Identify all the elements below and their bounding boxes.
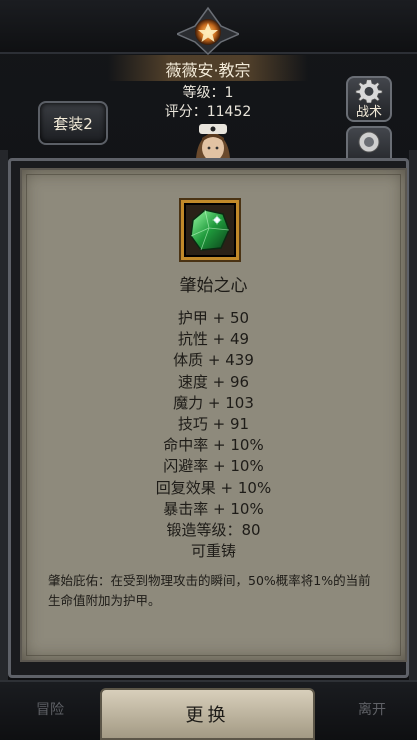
character-name: 薇薇安·教宗 <box>165 61 251 80</box>
tactics-button[interactable]: 战术 <box>346 76 392 122</box>
green-gem-icon <box>190 209 230 251</box>
stat-line: 回复效果 + 10% <box>155 478 272 497</box>
stat-line: 锻造等级：80 <box>166 520 261 539</box>
right-frame <box>409 150 417 690</box>
character-level: 等级：1 <box>182 85 234 101</box>
stat-line: 闪避率 + 10% <box>163 457 264 476</box>
gear-icon <box>355 79 383 103</box>
stat-line: 体质 + 439 <box>173 351 254 370</box>
game-screen: 薇薇安·教宗 等级：1 评分：11452 套装2 战术 肇始之心 护甲 + 50… <box>0 0 417 740</box>
item-description: 肇始庇佑：在受到物理攻击的瞬间，50%概率将1%的当前生命值附加为护甲。 <box>48 573 371 608</box>
left-frame <box>0 150 8 690</box>
shield-icon <box>358 131 380 153</box>
stat-line: 命中率 + 10% <box>163 436 264 455</box>
item-name: 肇始之心 <box>179 276 248 296</box>
leave-button[interactable]: 离开 <box>358 699 386 719</box>
tactics-label: 战术 <box>355 105 382 120</box>
emblem-icon <box>177 6 239 56</box>
stat-line: 技巧 + 91 <box>177 414 250 433</box>
stat-line: 抗性 + 49 <box>177 330 250 349</box>
stat-line: 速度 + 96 <box>177 372 250 391</box>
adventure-button[interactable]: 冒险 <box>36 699 64 719</box>
stat-line: 可重铸 <box>190 542 236 561</box>
stat-line: 魔力 + 103 <box>173 393 254 412</box>
item-stats: 护甲 + 50 抗性 + 49 体质 + 439 速度 + 96 魔力 + 10… <box>20 308 407 562</box>
set-button[interactable]: 套装2 <box>38 101 108 145</box>
swap-button[interactable]: 更换 <box>100 688 315 740</box>
item-slot[interactable] <box>181 200 239 260</box>
stat-line: 护甲 + 50 <box>177 309 250 327</box>
stat-line: 暴击率 + 10% <box>163 499 264 518</box>
